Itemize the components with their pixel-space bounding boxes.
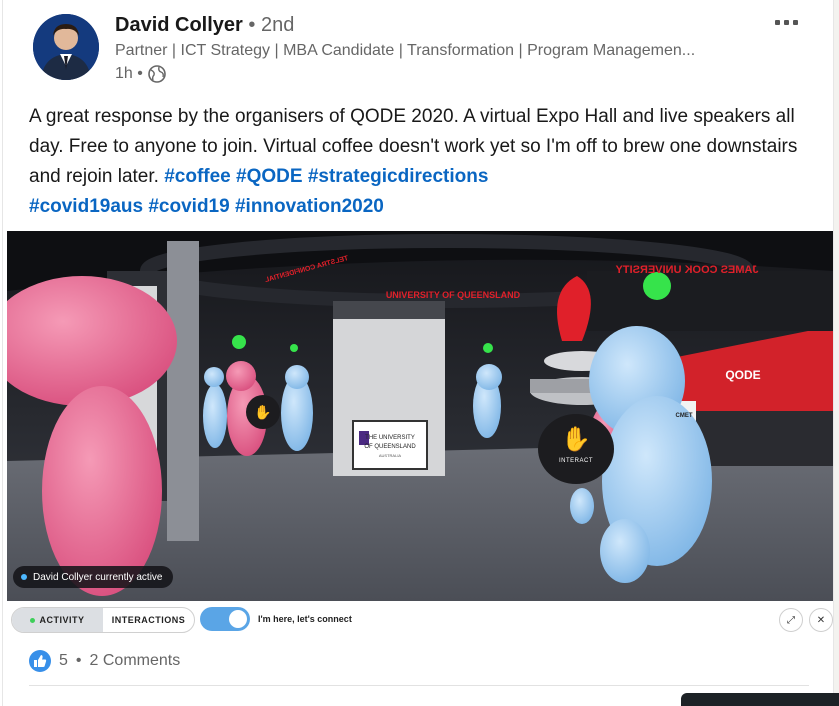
thumbs-up-icon: [34, 655, 47, 667]
hashtag-link[interactable]: #QODE: [236, 166, 303, 187]
uq-sign: UNIVERSITY OF QUEENSLAND: [386, 290, 521, 300]
expo-toolbar: ACTIVITY INTERACTIONS I'm here, let's co…: [7, 601, 833, 639]
separator-dot: •: [75, 652, 82, 669]
hand-icon: ✋: [561, 426, 591, 453]
tab-activity-label: ACTIVITY: [39, 615, 85, 625]
uq-board-line-3: AUSTRALIA: [379, 453, 402, 458]
expand-icon[interactable]: ⤢: [779, 608, 803, 632]
hashtag-link[interactable]: #covid19aus: [29, 196, 143, 217]
avatar-photo: [33, 14, 99, 80]
author-headline: Partner | ICT Strategy | MBA Candidate |…: [115, 42, 696, 59]
active-status-pill: David Collyer currently active: [13, 566, 173, 588]
virtual-expo-image[interactable]: JAMES COOK UNIVERSITY UNIVERSITY OF QUEE…: [7, 231, 833, 601]
presence-toggle[interactable]: [200, 607, 250, 631]
comments-count[interactable]: 2 Comments: [90, 652, 181, 670]
messaging-overlay-edge[interactable]: [681, 693, 839, 706]
author-avatar[interactable]: [33, 14, 99, 80]
interact-label: INTERACT: [559, 458, 593, 464]
hashtag-link[interactable]: #strategicdirections: [308, 166, 489, 187]
jcu-sign: JAMES COOK UNIVERSITY: [615, 264, 759, 276]
cmet-sign: CMET: [676, 413, 693, 419]
interact-hand-icon-small[interactable]: ✋: [246, 395, 280, 429]
tab-interactions[interactable]: INTERACTIONS: [103, 608, 194, 632]
reaction-count[interactable]: 5: [59, 652, 68, 670]
active-status-text: David Collyer currently active: [33, 571, 163, 583]
connection-degree: • 2nd: [248, 14, 295, 36]
feed-post-card: David Collyer • 2nd Partner | ICT Strate…: [2, 0, 834, 706]
activity-segmented-control: ACTIVITY INTERACTIONS: [11, 607, 195, 633]
close-icon[interactable]: ✕: [809, 608, 833, 632]
expo-scene: JAMES COOK UNIVERSITY UNIVERSITY OF QUEE…: [7, 231, 833, 601]
post-meta: 1h •: [115, 64, 167, 84]
hashtag-link[interactable]: #coffee: [164, 166, 231, 187]
status-dot-icon: [21, 574, 27, 580]
tab-activity[interactable]: ACTIVITY: [12, 608, 103, 632]
interact-button[interactable]: ✋ INTERACT: [538, 414, 614, 484]
divider: [29, 685, 809, 686]
presence-toggle-label: I'm here, let's connect: [258, 614, 352, 624]
social-counts: 5 • 2 Comments: [29, 650, 180, 672]
online-dot-icon: [30, 617, 36, 623]
hashtag-link[interactable]: #covid19: [148, 196, 229, 217]
hashtag-link[interactable]: #innovation2020: [235, 196, 384, 217]
post-text: A great response by the organisers of QO…: [29, 102, 809, 222]
more-options-icon[interactable]: [775, 20, 798, 25]
uq-board-line-1: THE UNIVERSITY: [365, 435, 415, 441]
tab-interactions-label: INTERACTIONS: [111, 615, 186, 625]
post-time: 1h •: [115, 65, 143, 82]
globe-icon: [148, 65, 166, 83]
author-name[interactable]: David Collyer: [115, 14, 243, 36]
uq-board-line-2: OF QUEENSLAND: [364, 444, 416, 450]
qode-sign: QODE: [725, 368, 760, 382]
like-reaction-icon: [29, 650, 51, 672]
author-line: David Collyer • 2nd: [115, 14, 294, 37]
